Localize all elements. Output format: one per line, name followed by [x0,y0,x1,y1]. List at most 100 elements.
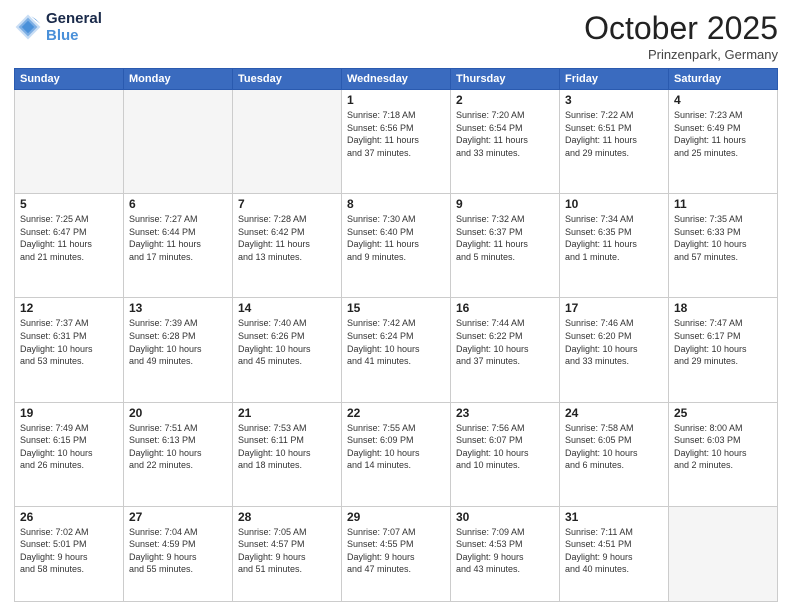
day-number: 30 [456,510,554,524]
day-number: 23 [456,406,554,420]
location: Prinzenpark, Germany [584,47,778,62]
day-number: 20 [129,406,227,420]
table-row [669,506,778,601]
day-info: Sunrise: 7:25 AM Sunset: 6:47 PM Dayligh… [20,213,118,263]
logo-icon [14,13,42,41]
day-number: 21 [238,406,336,420]
day-number: 11 [674,197,772,211]
day-number: 8 [347,197,445,211]
table-row: 10 Sunrise: 7:34 AM Sunset: 6:35 PM Dayli… [560,194,669,298]
day-number: 27 [129,510,227,524]
day-number: 18 [674,301,772,315]
day-info: Sunrise: 7:34 AM Sunset: 6:35 PM Dayligh… [565,213,663,263]
day-info: Sunrise: 7:23 AM Sunset: 6:49 PM Dayligh… [674,109,772,159]
day-number: 24 [565,406,663,420]
table-row: 15Sunrise: 7:42 AM Sunset: 6:24 PM Dayli… [342,298,451,402]
day-info: Sunrise: 7:51 AM Sunset: 6:13 PM Dayligh… [129,422,227,472]
col-monday: Monday [124,69,233,90]
day-number: 9 [456,197,554,211]
col-tuesday: Tuesday [233,69,342,90]
month-title: October 2025 [584,10,778,47]
day-number: 4 [674,93,772,107]
day-number: 2 [456,93,554,107]
table-row: 21 Sunrise: 7:53 AM Sunset: 6:11 PM Dayli… [233,402,342,506]
day-info: Sunrise: 7:39 AM Sunset: 6:28 PM Dayligh… [129,317,227,367]
day-number: 1 [347,93,445,107]
day-info: Sunrise: 7:18 AM Sunset: 6:56 PM Dayligh… [347,109,445,159]
day-number: 6 [129,197,227,211]
day-info: Sunrise: 7:44 AM Sunset: 6:22 PM Dayligh… [456,317,554,367]
day-number: 22 [347,406,445,420]
day-info: Sunrise: 7:35 AM Sunset: 6:33 PM Dayligh… [674,213,772,263]
col-friday: Friday [560,69,669,90]
day-number: 17 [565,301,663,315]
table-row: 27 Sunrise: 7:04 AM Sunset: 4:59 PM Dayli… [124,506,233,601]
day-info: Sunrise: 7:55 AM Sunset: 6:09 PM Dayligh… [347,422,445,472]
table-row: 28 Sunrise: 7:05 AM Sunset: 4:57 PM Dayli… [233,506,342,601]
table-row: 17Sunrise: 7:46 AM Sunset: 6:20 PM Dayli… [560,298,669,402]
day-info: Sunrise: 7:22 AM Sunset: 6:51 PM Dayligh… [565,109,663,159]
day-info: Sunrise: 7:32 AM Sunset: 6:37 PM Dayligh… [456,213,554,263]
table-row: 20 Sunrise: 7:51 AM Sunset: 6:13 PM Dayli… [124,402,233,506]
col-saturday: Saturday [669,69,778,90]
col-sunday: Sunday [15,69,124,90]
table-row: 13 Sunrise: 7:39 AM Sunset: 6:28 PM Dayli… [124,298,233,402]
table-row: 1 Sunrise: 7:18 AM Sunset: 6:56 PM Daylig… [342,90,451,194]
table-row: 2 Sunrise: 7:20 AM Sunset: 6:54 PM Daylig… [451,90,560,194]
day-info: Sunrise: 7:20 AM Sunset: 6:54 PM Dayligh… [456,109,554,159]
day-number: 31 [565,510,663,524]
col-thursday: Thursday [451,69,560,90]
day-info: Sunrise: 7:40 AM Sunset: 6:26 PM Dayligh… [238,317,336,367]
day-number: 7 [238,197,336,211]
table-row: 24 Sunrise: 7:58 AM Sunset: 6:05 PM Dayli… [560,402,669,506]
logo-text: General Blue [46,10,102,44]
day-number: 5 [20,197,118,211]
day-info: Sunrise: 7:28 AM Sunset: 6:42 PM Dayligh… [238,213,336,263]
col-wednesday: Wednesday [342,69,451,90]
logo: General Blue [14,10,102,44]
day-number: 26 [20,510,118,524]
day-info: Sunrise: 7:04 AM Sunset: 4:59 PM Dayligh… [129,526,227,576]
calendar-table: Sunday Monday Tuesday Wednesday Thursday… [14,68,778,602]
table-row [124,90,233,194]
day-info: Sunrise: 7:09 AM Sunset: 4:53 PM Dayligh… [456,526,554,576]
day-info: Sunrise: 7:58 AM Sunset: 6:05 PM Dayligh… [565,422,663,472]
day-number: 3 [565,93,663,107]
table-row: 31 Sunrise: 7:11 AM Sunset: 4:51 PM Dayli… [560,506,669,601]
day-info: Sunrise: 7:05 AM Sunset: 4:57 PM Dayligh… [238,526,336,576]
header: General Blue October 2025 Prinzenpark, G… [14,10,778,62]
table-row: 11 Sunrise: 7:35 AM Sunset: 6:33 PM Dayli… [669,194,778,298]
table-row: 19Sunrise: 7:49 AM Sunset: 6:15 PM Dayli… [15,402,124,506]
table-row: 8Sunrise: 7:30 AM Sunset: 6:40 PM Daylig… [342,194,451,298]
day-number: 19 [20,406,118,420]
day-number: 28 [238,510,336,524]
table-row: 23 Sunrise: 7:56 AM Sunset: 6:07 PM Dayli… [451,402,560,506]
day-number: 15 [347,301,445,315]
day-info: Sunrise: 7:56 AM Sunset: 6:07 PM Dayligh… [456,422,554,472]
day-number: 25 [674,406,772,420]
day-info: Sunrise: 7:07 AM Sunset: 4:55 PM Dayligh… [347,526,445,576]
table-row: 4 Sunrise: 7:23 AM Sunset: 6:49 PM Daylig… [669,90,778,194]
table-row: 3 Sunrise: 7:22 AM Sunset: 6:51 PM Daylig… [560,90,669,194]
table-row [15,90,124,194]
day-info: Sunrise: 8:00 AM Sunset: 6:03 PM Dayligh… [674,422,772,472]
day-info: Sunrise: 7:27 AM Sunset: 6:44 PM Dayligh… [129,213,227,263]
table-row: 30 Sunrise: 7:09 AM Sunset: 4:53 PM Dayli… [451,506,560,601]
title-block: October 2025 Prinzenpark, Germany [584,10,778,62]
table-row: 14Sunrise: 7:40 AM Sunset: 6:26 PM Dayli… [233,298,342,402]
day-info: Sunrise: 7:53 AM Sunset: 6:11 PM Dayligh… [238,422,336,472]
day-info: Sunrise: 7:11 AM Sunset: 4:51 PM Dayligh… [565,526,663,576]
day-number: 10 [565,197,663,211]
day-info: Sunrise: 7:47 AM Sunset: 6:17 PM Dayligh… [674,317,772,367]
table-row: 18 Sunrise: 7:47 AM Sunset: 6:17 PM Dayli… [669,298,778,402]
day-number: 12 [20,301,118,315]
table-row: 7 Sunrise: 7:28 AM Sunset: 6:42 PM Daylig… [233,194,342,298]
table-row: 26 Sunrise: 7:02 AM Sunset: 5:01 PM Dayli… [15,506,124,601]
page: General Blue October 2025 Prinzenpark, G… [0,0,792,612]
calendar-header-row: Sunday Monday Tuesday Wednesday Thursday… [15,69,778,90]
table-row: 16 Sunrise: 7:44 AM Sunset: 6:22 PM Dayli… [451,298,560,402]
day-number: 13 [129,301,227,315]
table-row: 12Sunrise: 7:37 AM Sunset: 6:31 PM Dayli… [15,298,124,402]
day-number: 16 [456,301,554,315]
day-info: Sunrise: 7:02 AM Sunset: 5:01 PM Dayligh… [20,526,118,576]
